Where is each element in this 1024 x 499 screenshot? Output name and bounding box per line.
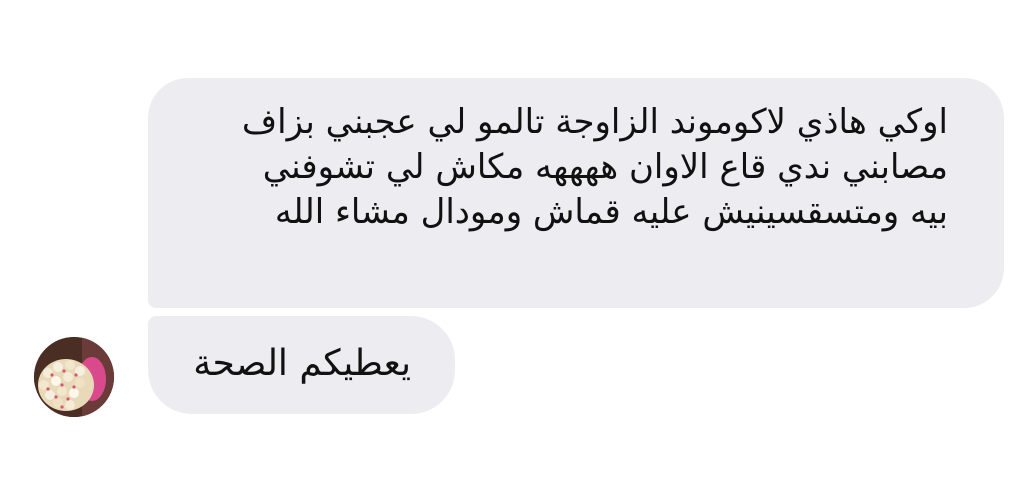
chat-canvas: اوكي هاذي لاكوموند الزاوجة تالمو لي عجبن…: [0, 0, 1024, 499]
message-text-line: يعطيكم الصحة: [193, 343, 411, 384]
message-bubble[interactable]: يعطيكم الصحة: [148, 316, 455, 414]
message-text-line: بيه ومتسقسينيش عليه قماش ومودال مشاء الل…: [274, 192, 948, 232]
message-bubble[interactable]: اوكي هاذي لاكوموند الزاوجة تالمو لي عجبن…: [148, 78, 1004, 308]
message-text-line: اوكي هاذي لاكوموند الزاوجة تالمو لي عجبن…: [241, 102, 948, 142]
flower-bouquet-photo-icon: [34, 337, 114, 417]
sender-avatar[interactable]: [34, 337, 114, 417]
message-text-line: مصابني ندي قاع الاوان ههههه مكاش لي تشوف…: [262, 147, 948, 187]
